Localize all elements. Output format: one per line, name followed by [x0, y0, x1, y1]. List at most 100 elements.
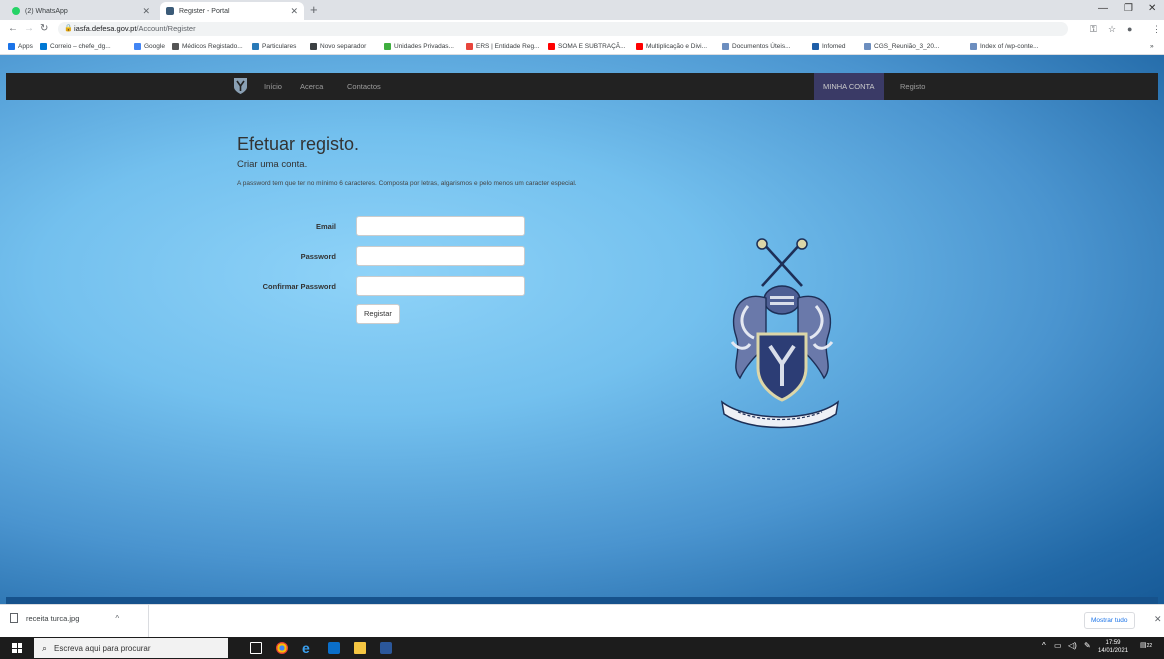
taskbar-search-placeholder: Escreva aqui para procurar — [54, 643, 151, 653]
whatsapp-icon — [12, 7, 20, 15]
email-field[interactable] — [356, 216, 525, 236]
window-close-icon[interactable]: ✕ — [1148, 3, 1156, 14]
google-icon — [134, 43, 141, 50]
word-icon[interactable] — [380, 642, 392, 654]
notifications-icon[interactable]: ▤22 — [1140, 641, 1152, 649]
file-explorer-icon[interactable] — [354, 642, 366, 654]
register-button[interactable]: Registar — [356, 304, 400, 324]
bookmark-infomed[interactable]: Infomed — [812, 41, 846, 52]
back-arrow-icon[interactable]: ← — [8, 22, 18, 36]
menu-kebab-icon[interactable]: ⋮ — [1152, 22, 1161, 36]
bookmark-ers[interactable]: ERS | Entidade Reg... — [466, 41, 539, 52]
coat-of-arms-emblem — [720, 238, 840, 429]
bookmark-unidades-privadas[interactable]: Unidades Privadas... — [384, 41, 454, 52]
bookmarks-overflow-button[interactable]: » — [1150, 41, 1154, 52]
clock-date: 14/01/2021 — [1098, 648, 1129, 654]
pen-icon[interactable]: ✎ — [1084, 641, 1091, 650]
tab-title: Register - Portal — [179, 7, 230, 15]
page-viewport: Início Acerca Contactos MINHA CONTA Regi… — [0, 55, 1164, 604]
bookmark-medicos[interactable]: Médicos Registado... — [172, 41, 243, 52]
confirm-password-label: Confirmar Password — [262, 282, 336, 291]
close-icon[interactable]: ✕ — [142, 6, 150, 17]
site-icon — [864, 43, 871, 50]
nav-link-inicio[interactable]: Início — [264, 73, 282, 100]
email-label: Email — [315, 222, 336, 231]
site-icon — [252, 43, 259, 50]
profile-avatar-icon[interactable]: ● — [1127, 22, 1132, 36]
bookmark-correio[interactable]: Correio – chefe_dg... — [40, 41, 111, 52]
bookmark-novo-separador[interactable]: Novo separador — [310, 41, 366, 52]
password-requirements-note: A password tem que ter no mínimo 6 carac… — [237, 180, 577, 187]
chevron-up-icon[interactable]: ^ — [115, 614, 119, 623]
forward-arrow-icon[interactable]: → — [24, 22, 34, 36]
clock-time: 17:59 — [1105, 640, 1121, 646]
edge-icon[interactable]: e — [302, 641, 314, 655]
site-icon — [722, 43, 729, 50]
windows-start-icon[interactable] — [12, 643, 22, 653]
notification-count: 22 — [1146, 643, 1153, 649]
bookmark-index-wp[interactable]: Index of /wp-conte... — [970, 41, 1039, 52]
password-label: Password — [300, 252, 336, 261]
bookmark-cgs[interactable]: CGS_Reunião_3_20... — [864, 41, 939, 52]
minimize-icon[interactable]: — — [1098, 3, 1108, 14]
show-all-button[interactable]: Mostrar tudo — [1084, 612, 1135, 629]
browser-tab-bar: (2) WhatsApp ✕ Register - Portal ✕ + — ❐… — [0, 0, 1164, 20]
download-file-name: receita turca.jpg — [26, 613, 80, 623]
bookmark-particulares[interactable]: Particulares — [252, 41, 296, 52]
search-icon: ⌕ — [42, 642, 48, 653]
chevron-up-icon[interactable]: ^ — [1042, 641, 1046, 650]
windows-taskbar: ⌕ Escreva aqui para procurar e ^ ▭ ◁) ✎ … — [0, 637, 1164, 659]
bookmark-soma[interactable]: SOMA E SUBTRAÇÃ... — [548, 41, 626, 52]
site-icon — [812, 43, 819, 50]
bookmarks-bar: Apps Correio – chefe_dg... Google Médico… — [0, 38, 1164, 55]
bookmark-google[interactable]: Google — [134, 41, 165, 52]
nav-link-registo[interactable]: Registo — [900, 73, 925, 100]
download-item[interactable]: receita turca.jpg ^ — [10, 613, 119, 623]
reload-icon[interactable]: ↻ — [40, 22, 48, 36]
site-shield-icon — [166, 7, 174, 15]
star-icon — [466, 43, 473, 50]
tab-title: (2) WhatsApp — [25, 7, 68, 15]
task-view-icon[interactable] — [250, 642, 262, 654]
site-icon — [172, 43, 179, 50]
taskbar-search-field[interactable]: ⌕ Escreva aqui para procurar — [34, 638, 228, 658]
address-bar-row: ← → ↻ 🔒 iasfa.defesa.gov.pt/Account/Regi… — [0, 20, 1164, 38]
star-bookmark-icon[interactable]: ☆ — [1108, 22, 1116, 36]
restore-icon[interactable]: ❐ — [1124, 3, 1133, 14]
nav-link-acerca[interactable]: Acerca — [300, 73, 323, 100]
confirm-password-field[interactable] — [356, 276, 525, 296]
image-file-icon — [10, 613, 18, 623]
nav-link-minha-conta[interactable]: MINHA CONTA — [814, 73, 884, 100]
key-icon[interactable]: ⚿ — [1090, 22, 1097, 36]
youtube-icon — [548, 43, 555, 50]
site-logo-icon[interactable] — [233, 77, 248, 95]
close-icon[interactable]: ✕ — [1154, 614, 1162, 625]
close-icon[interactable]: ✕ — [290, 6, 298, 17]
lock-icon: 🔒 — [64, 25, 73, 32]
outlook-icon — [40, 43, 47, 50]
apps-grid-icon — [8, 43, 15, 50]
crossed-keys-icon — [761, 241, 803, 287]
bookmark-documentos[interactable]: Documentos Úteis... — [722, 41, 791, 52]
new-tab-button[interactable]: + — [310, 2, 318, 18]
register-content: Efetuar registo. Criar uma conta. A pass… — [6, 100, 1158, 597]
network-icon[interactable]: ▭ — [1054, 641, 1062, 650]
taskbar-clock[interactable]: 17:59 14/01/2021 — [1098, 639, 1128, 655]
bookmark-apps[interactable]: Apps — [8, 41, 33, 52]
page-title: Efetuar registo. — [237, 134, 360, 154]
site-navbar: Início Acerca Contactos MINHA CONTA Regi… — [6, 73, 1158, 100]
nav-link-contactos[interactable]: Contactos — [347, 73, 381, 100]
url-field[interactable]: 🔒 iasfa.defesa.gov.pt/Account/Register — [58, 22, 1068, 36]
check-icon — [384, 43, 391, 50]
chrome-icon[interactable] — [276, 642, 288, 654]
globe-icon — [310, 43, 317, 50]
bookmark-multiplicacao[interactable]: Multiplicação e Divi... — [636, 41, 707, 52]
url-domain: iasfa.defesa.gov.pt — [74, 24, 137, 33]
site-icon — [970, 43, 977, 50]
volume-icon[interactable]: ◁) — [1068, 641, 1077, 650]
shelf-divider — [148, 605, 149, 638]
tab-whatsapp[interactable]: (2) WhatsApp ✕ — [6, 2, 156, 20]
password-field[interactable] — [356, 246, 525, 266]
outlook-icon[interactable] — [328, 642, 340, 654]
tab-register-portal[interactable]: Register - Portal ✕ — [160, 2, 304, 20]
